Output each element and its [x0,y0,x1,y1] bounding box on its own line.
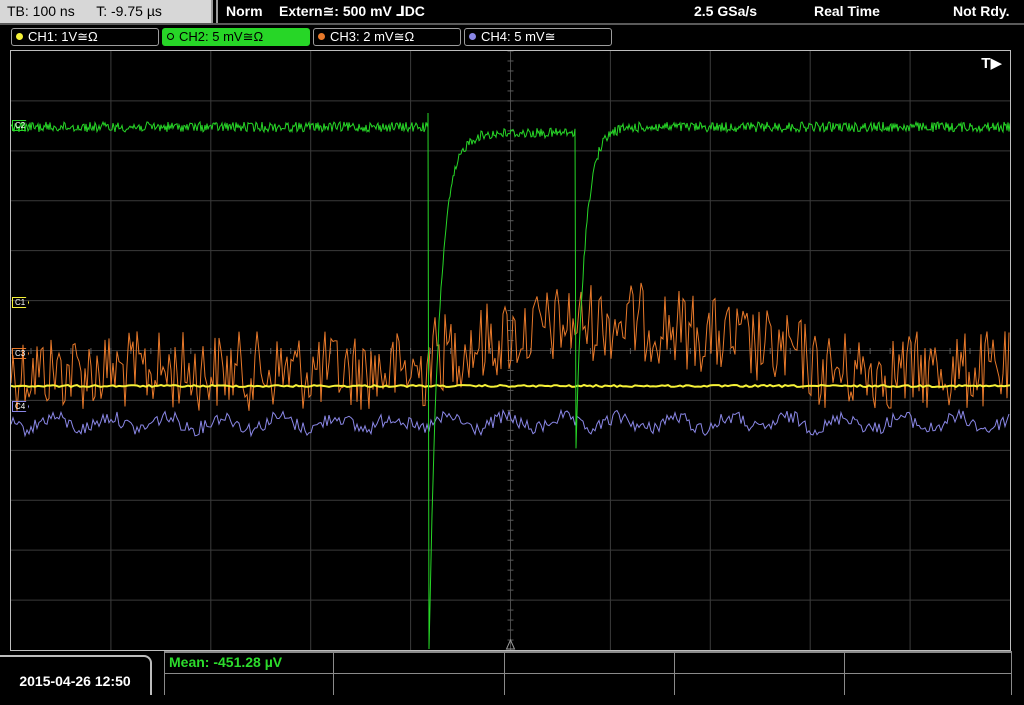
ch3-label: CH3: 2 mV≅Ω [330,29,415,44]
measure-cell[interactable] [675,651,845,695]
ch3-offset-marker[interactable]: C3 [12,348,30,359]
timebase-box[interactable]: TB: 100 ns T: -9.75 µs [0,0,213,23]
channel-tab-ch2[interactable]: CH2: 5 mV≅Ω [162,28,310,46]
measure-cell[interactable] [334,651,505,695]
measure-cell[interactable] [505,651,675,695]
acquisition-mode[interactable]: Real Time [814,0,880,23]
ch1-color-dot [16,33,23,40]
topbar-separator [0,23,1024,25]
ch2-label: CH2: 5 mV≅Ω [179,29,264,44]
divider [216,0,218,23]
date-time-display: 2015-04-26 12:50 [0,655,152,695]
measurement-bar: Mean: -451.28 µV [164,651,1012,695]
measure-cell[interactable] [845,651,1012,695]
waveform-graticule [11,51,1010,650]
trigger-source[interactable]: Extern≅: 500 mV ⅃DC [279,0,425,23]
mean-measurement: Mean: -451.28 µV [169,654,283,670]
ch4-color-dot [469,33,476,40]
ch2-color-dot [167,33,174,40]
channel-tab-ch1[interactable]: CH1: 1V≅Ω [11,28,159,46]
ch1-label: CH1: 1V≅Ω [28,29,98,44]
ch1-offset-marker[interactable]: C1 [12,297,30,308]
trigger-mode[interactable]: Norm [226,0,263,23]
ch2-offset-marker[interactable]: C2 [12,120,30,131]
sample-rate: 2.5 GSa/s [694,3,758,19]
ch4-offset-marker[interactable]: C4 [12,401,30,412]
timebase-value: TB: 100 ns [7,3,75,19]
ch4-label: CH4: 5 mV≅ [481,29,556,44]
ch3-color-dot [318,33,325,40]
trigger-time-value: T: -9.75 µs [96,3,162,19]
waveform-display[interactable]: T▶ C2 C1 C3 C4 [10,50,1011,651]
channel-tab-ch3[interactable]: CH3: 2 mV≅Ω [313,28,461,46]
status-bar: TB: 100 ns T: -9.75 µs Norm Extern≅: 500… [0,0,1024,25]
trigger-indicator: T▶ [981,55,1002,72]
run-status: Not Rdy. [953,3,1010,19]
channel-tab-ch4[interactable]: CH4: 5 mV≅ [464,28,612,46]
